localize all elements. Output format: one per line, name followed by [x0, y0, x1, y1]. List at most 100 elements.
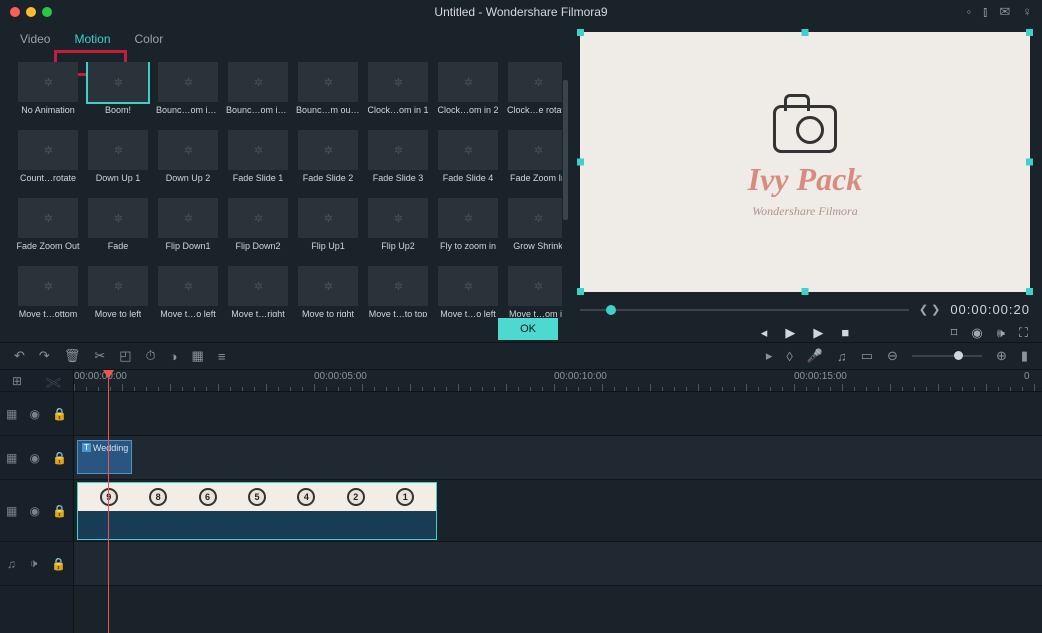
- render-icon[interactable]: ▸: [766, 348, 773, 364]
- motion-preset[interactable]: ✲Count…rotate: [14, 130, 82, 190]
- motion-preset[interactable]: ✲Fade Slide 2: [294, 130, 362, 190]
- motion-preset[interactable]: ✲Move t…o left: [154, 266, 222, 317]
- play-icon[interactable]: ▶: [785, 325, 795, 341]
- track-1[interactable]: [74, 392, 1042, 436]
- motion-preset[interactable]: ✲Boom!: [84, 62, 152, 122]
- motion-preset[interactable]: ✲Move t…om in: [504, 266, 562, 317]
- lock-icon[interactable]: 🔒: [52, 504, 67, 518]
- motion-preset[interactable]: ✲Fade Slide 1: [224, 130, 292, 190]
- motion-preset[interactable]: ✲Move t…o left: [434, 266, 502, 317]
- motion-preset[interactable]: ✲Move to right: [294, 266, 362, 317]
- motion-preset[interactable]: ✲Down Up 2: [154, 130, 222, 190]
- time-ruler[interactable]: 00:00:00:0000:00:05:0000:00:10:0000:00:1…: [74, 370, 1042, 392]
- lock-icon[interactable]: 🔒: [52, 407, 67, 421]
- seek-bar[interactable]: [580, 309, 909, 311]
- record-icon[interactable]: 🎤: [807, 348, 823, 364]
- redo-icon[interactable]: ↷: [39, 348, 50, 364]
- motion-preset[interactable]: ✲Grow Shrink: [504, 198, 562, 258]
- link-icon[interactable]: 𓏵: [46, 371, 61, 391]
- next-frame-icon[interactable]: ❯: [931, 303, 940, 316]
- speed-icon[interactable]: ⏱: [146, 348, 156, 364]
- zoom-in-icon[interactable]: ⊕: [996, 348, 1007, 364]
- notification-icon[interactable]: ♀: [1022, 4, 1032, 20]
- resize-handle-bl[interactable]: [577, 288, 584, 295]
- music-icon[interactable]: ♫: [7, 557, 16, 571]
- tab-color[interactable]: Color: [135, 32, 164, 52]
- tracks-area[interactable]: 00:00:00:0000:00:05:0000:00:10:0000:00:1…: [74, 370, 1042, 633]
- message-icon[interactable]: ✉: [999, 4, 1010, 20]
- motion-preset[interactable]: ✲Flip Up2: [364, 198, 432, 258]
- motion-preset[interactable]: ✲Flip Down2: [224, 198, 292, 258]
- resize-handle-tr[interactable]: [1026, 29, 1033, 36]
- resize-handle-tl[interactable]: [577, 29, 584, 36]
- motion-preset[interactable]: ✲Clock…om in 1: [364, 62, 432, 122]
- view-icon[interactable]: ▭: [861, 348, 873, 364]
- resize-handle-ml[interactable]: [577, 159, 584, 166]
- motion-preset[interactable]: ✲Flip Down1: [154, 198, 222, 258]
- resize-handle-br[interactable]: [1026, 288, 1033, 295]
- ok-button[interactable]: OK: [498, 318, 558, 340]
- motion-preset[interactable]: ✲Fade Slide 4: [434, 130, 502, 190]
- marker-icon[interactable]: ◊: [786, 349, 792, 364]
- color-icon[interactable]: ◑: [170, 349, 178, 364]
- video-clip[interactable]: 9865421: [77, 482, 437, 540]
- undo-icon[interactable]: ↶: [14, 348, 25, 364]
- motion-preset[interactable]: ✲Bounc…om in 1: [154, 62, 222, 122]
- crop-icon[interactable]: ◰: [119, 348, 131, 364]
- lock-icon[interactable]: 🔒: [51, 557, 66, 571]
- track-3[interactable]: 9865421: [74, 480, 1042, 542]
- tab-motion[interactable]: Motion: [74, 32, 110, 52]
- tab-video[interactable]: Video: [20, 32, 50, 52]
- filmstrip-icon[interactable]: ▦: [6, 504, 17, 518]
- fullscreen-icon[interactable]: ⛶: [1019, 325, 1028, 341]
- motion-preset[interactable]: ✲Move t…right: [224, 266, 292, 317]
- motion-preset[interactable]: ✲Fade: [84, 198, 152, 258]
- preview-canvas[interactable]: Ivy Pack Wondershare Filmora: [580, 32, 1030, 292]
- zoom-thumb[interactable]: [954, 351, 963, 360]
- window-maximize[interactable]: [42, 7, 52, 17]
- filmstrip-icon[interactable]: ▦: [6, 451, 17, 465]
- lock-icon[interactable]: 🔒: [52, 451, 67, 465]
- split-icon[interactable]: ✂: [94, 348, 105, 364]
- motion-preset[interactable]: ✲Clock…e rotate: [504, 62, 562, 122]
- motion-preset[interactable]: ✲Move to left: [84, 266, 152, 317]
- resize-handle-mr[interactable]: [1026, 159, 1033, 166]
- zoom-out-icon[interactable]: ⊖: [887, 348, 898, 364]
- eye-icon[interactable]: ◉: [29, 504, 39, 518]
- speaker-icon[interactable]: 🕩: [30, 556, 38, 571]
- delete-icon[interactable]: 🗑: [64, 348, 81, 364]
- zoom-slider[interactable]: [912, 355, 982, 357]
- add-track-icon[interactable]: ⊞: [12, 374, 22, 388]
- volume-icon[interactable]: 🕪: [997, 325, 1005, 341]
- account-icon[interactable]: ◦: [967, 4, 972, 20]
- motion-preset[interactable]: ✲Move t…to top: [364, 266, 432, 317]
- seek-thumb[interactable]: [606, 305, 616, 315]
- text-clip[interactable]: T Wedding: [77, 440, 132, 474]
- motion-preset[interactable]: ✲Clock…om in 2: [434, 62, 502, 122]
- adjust-icon[interactable]: ≡: [218, 349, 226, 364]
- motion-preset[interactable]: ✲Flip Up1: [294, 198, 362, 258]
- motion-preset[interactable]: ✲Fade Slide 3: [364, 130, 432, 190]
- motion-preset[interactable]: ✲Fly to zoom in: [434, 198, 502, 258]
- filmstrip-icon[interactable]: ▦: [6, 407, 17, 421]
- zoom-fit-icon[interactable]: ▮: [1021, 348, 1028, 364]
- motion-preset[interactable]: ✲Fade Zoom Out: [14, 198, 82, 258]
- mixer-icon[interactable]: ♫: [837, 349, 847, 364]
- eye-icon[interactable]: ◉: [29, 407, 39, 421]
- motion-preset[interactable]: ✲Fade Zoom In: [504, 130, 562, 190]
- motion-preset[interactable]: ✲Down Up 1: [84, 130, 152, 190]
- eye-icon[interactable]: ◉: [29, 451, 39, 465]
- next-icon[interactable]: ▶: [813, 325, 823, 341]
- green-screen-icon[interactable]: ▦: [192, 348, 204, 364]
- snapshot-icon[interactable]: ◉: [971, 325, 982, 341]
- resize-handle-tc[interactable]: [802, 29, 809, 36]
- motion-preset[interactable]: ✲Bounc…om in 2: [224, 62, 292, 122]
- resize-handle-bc[interactable]: [802, 288, 809, 295]
- window-close[interactable]: [10, 7, 20, 17]
- stop-icon[interactable]: ■: [841, 325, 849, 341]
- playhead[interactable]: [108, 370, 109, 633]
- track-2[interactable]: T Wedding: [74, 436, 1042, 480]
- track-4[interactable]: [74, 542, 1042, 586]
- motion-preset[interactable]: ✲No Animation: [14, 62, 82, 122]
- motion-preset[interactable]: ✲Bounc…m out 1: [294, 62, 362, 122]
